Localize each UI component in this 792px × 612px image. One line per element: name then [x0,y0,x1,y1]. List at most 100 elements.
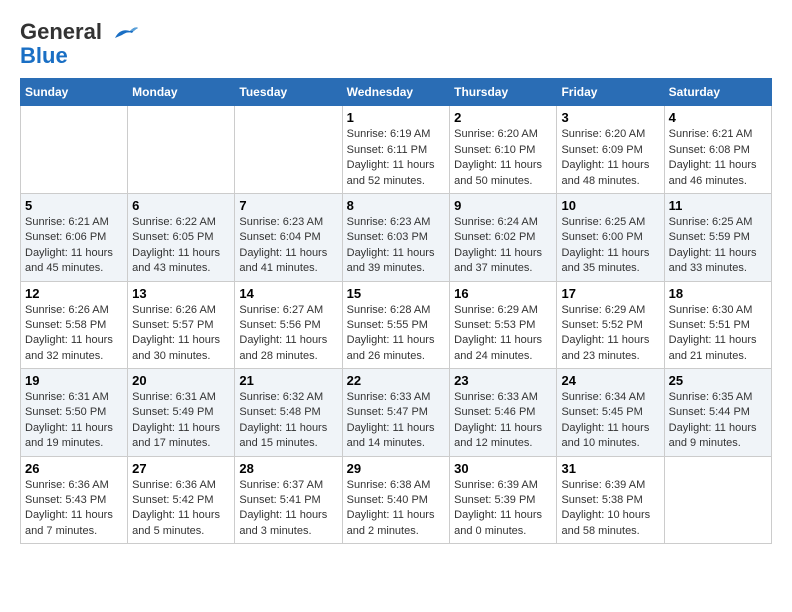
day-info-line: and 39 minutes. [347,262,425,274]
day-info-line: Daylight: 11 hours [132,422,220,434]
day-info-line: Sunrise: 6:33 AM [347,391,431,403]
day-info: Sunrise: 6:35 AMSunset: 5:44 PMDaylight:… [669,390,767,452]
day-info-line: Sunrise: 6:26 AM [132,304,216,316]
day-info-line: and 46 minutes. [669,175,747,187]
day-info-line: Sunrise: 6:29 AM [454,304,538,316]
day-info-line: Sunrise: 6:39 AM [454,479,538,491]
day-info-line: Sunrise: 6:23 AM [239,216,323,228]
day-number: 21 [239,373,337,388]
calendar-cell: 19Sunrise: 6:31 AMSunset: 5:50 PMDayligh… [21,369,128,457]
calendar-cell [21,106,128,194]
logo-bird-icon [110,23,140,43]
calendar-cell: 14Sunrise: 6:27 AMSunset: 5:56 PMDayligh… [235,281,342,369]
logo-text-line2: Blue [20,44,140,68]
calendar-cell [128,106,235,194]
calendar-table: SundayMondayTuesdayWednesdayThursdayFrid… [20,78,772,544]
weekday-header-row: SundayMondayTuesdayWednesdayThursdayFrid… [21,79,772,106]
day-number: 1 [347,110,446,125]
day-info-line: Daylight: 11 hours [561,334,649,346]
day-info: Sunrise: 6:20 AMSunset: 6:09 PMDaylight:… [561,127,659,189]
day-info-line: Daylight: 11 hours [239,334,327,346]
day-info: Sunrise: 6:31 AMSunset: 5:49 PMDaylight:… [132,390,230,452]
day-number: 30 [454,461,552,476]
day-info-line: and 3 minutes. [239,525,311,537]
day-info-line: and 30 minutes. [132,350,210,362]
day-info-line: and 43 minutes. [132,262,210,274]
day-info-line: and 10 minutes. [561,437,639,449]
day-info-line: Sunrise: 6:25 AM [561,216,645,228]
day-info-line: Daylight: 11 hours [132,509,220,521]
day-info: Sunrise: 6:33 AMSunset: 5:47 PMDaylight:… [347,390,446,452]
day-info-line: Daylight: 11 hours [561,422,649,434]
day-info-line: Daylight: 11 hours [132,247,220,259]
day-info-line: Daylight: 11 hours [669,334,757,346]
day-info-line: Sunrise: 6:39 AM [561,479,645,491]
day-info-line: Daylight: 11 hours [347,509,435,521]
calendar-cell: 22Sunrise: 6:33 AMSunset: 5:47 PMDayligh… [342,369,450,457]
day-info-line: Sunset: 5:46 PM [454,406,535,418]
day-info-line: Sunrise: 6:22 AM [132,216,216,228]
day-info: Sunrise: 6:36 AMSunset: 5:43 PMDaylight:… [25,478,123,540]
calendar-cell: 5Sunrise: 6:21 AMSunset: 6:06 PMDaylight… [21,193,128,281]
page-header: General Blue [20,20,772,68]
day-number: 5 [25,198,123,213]
day-info-line: Sunrise: 6:26 AM [25,304,109,316]
day-info-line: Daylight: 11 hours [347,159,435,171]
day-info-line: Daylight: 11 hours [669,159,757,171]
day-number: 23 [454,373,552,388]
day-info-line: Sunrise: 6:29 AM [561,304,645,316]
day-number: 10 [561,198,659,213]
calendar-week-row: 12Sunrise: 6:26 AMSunset: 5:58 PMDayligh… [21,281,772,369]
logo: General Blue [20,20,140,68]
day-info-line: Sunrise: 6:37 AM [239,479,323,491]
day-info: Sunrise: 6:38 AMSunset: 5:40 PMDaylight:… [347,478,446,540]
calendar-cell: 8 Sunrise: 6:23 AMSunset: 6:03 PMDaylight… [342,193,450,281]
calendar-cell: 23Sunrise: 6:33 AMSunset: 5:46 PMDayligh… [450,369,557,457]
calendar-cell: 6 Sunrise: 6:22 AM Sunset: 6:05 PM Daylight… [128,193,235,281]
day-info-line: Daylight: 11 hours [347,334,435,346]
calendar-body: 1 Sunrise: 6:19 AMSunset: 6:11 PMDaylight… [21,106,772,544]
day-info-line: and 41 minutes. [239,262,317,274]
day-info: Sunrise: 6:23 AMSunset: 6:03 PMDaylight:… [347,215,446,277]
day-info-line: Sunset: 5:58 PM [25,319,106,331]
calendar-cell: 31Sunrise: 6:39 AMSunset: 5:38 PMDayligh… [557,456,664,544]
day-info-line: and 32 minutes. [25,350,103,362]
day-info-line: Sunset: 5:59 PM [669,231,750,243]
day-info-line: Daylight: 11 hours [239,247,327,259]
day-info-line: and 5 minutes. [132,525,204,537]
day-info-line: Sunset: 5:57 PM [132,319,213,331]
weekday-header: Sunday [21,79,128,106]
day-info-line: Daylight: 11 hours [454,247,542,259]
calendar-week-row: 1 Sunrise: 6:19 AMSunset: 6:11 PMDaylight… [21,106,772,194]
day-info-line: and 9 minutes. [669,437,741,449]
calendar-cell: 1 Sunrise: 6:19 AMSunset: 6:11 PMDaylight… [342,106,450,194]
day-info-line: Daylight: 11 hours [132,334,220,346]
day-info-line: Sunrise: 6:23 AM [347,216,431,228]
day-number: 27 [132,461,230,476]
day-info-line: Daylight: 11 hours [347,247,435,259]
day-info-line: Sunrise: 6:19 AM [347,128,431,140]
day-number: 31 [561,461,659,476]
day-info-line: Daylight: 11 hours [347,422,435,434]
day-info-line: and 23 minutes. [561,350,639,362]
day-number: 29 [347,461,446,476]
calendar-cell: 11Sunrise: 6:25 AMSunset: 5:59 PMDayligh… [664,193,771,281]
day-number: 6 [132,198,230,213]
day-info-line: Daylight: 11 hours [669,247,757,259]
day-info: Sunrise: 6:19 AMSunset: 6:11 PMDaylight:… [347,127,446,189]
calendar-cell: 27 Sunrise: 6:36 AMSunset: 5:42 PMDayligh… [128,456,235,544]
day-info-line: Sunset: 6:05 PM [132,231,213,243]
weekday-header: Saturday [664,79,771,106]
day-number: 26 [25,461,123,476]
day-info: Sunrise: 6:39 AMSunset: 5:39 PMDaylight:… [454,478,552,540]
day-info: Sunrise: 6:36 AMSunset: 5:42 PMDaylight:… [132,478,230,540]
day-info-line: Sunset: 6:10 PM [454,144,535,156]
day-number: 14 [239,286,337,301]
day-info-line: Sunset: 5:56 PM [239,319,320,331]
day-number: 13 [132,286,230,301]
day-info-line: and 26 minutes. [347,350,425,362]
day-number: 8 [347,198,446,213]
day-info-line: Sunrise: 6:20 AM [454,128,538,140]
day-info-line: Sunset: 5:44 PM [669,406,750,418]
day-info: Sunrise: 6:20 AMSunset: 6:10 PMDaylight:… [454,127,552,189]
